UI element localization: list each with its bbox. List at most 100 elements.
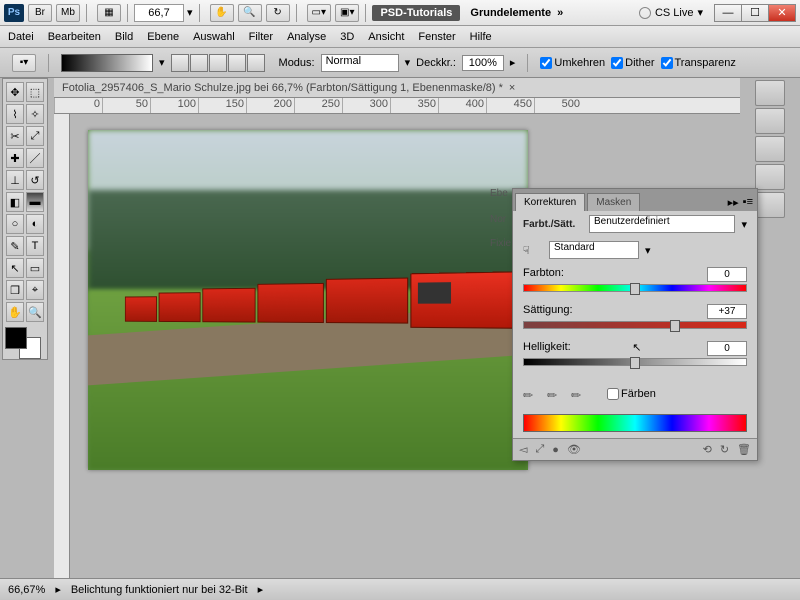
saturation-label: Sättigung: <box>523 304 573 319</box>
document-tab[interactable]: Fotolia_2957406_S_Mario Schulze.jpg bei … <box>54 78 740 98</box>
canvas[interactable] <box>88 130 528 470</box>
path-tool[interactable]: ↖ <box>6 258 24 278</box>
eyedropper-subtract-icon[interactable]: ✎ <box>568 383 591 406</box>
visibility-icon[interactable]: 👁 <box>567 443 581 456</box>
opacity-input[interactable] <box>462 55 504 71</box>
eyedropper-add-icon[interactable]: ✎ <box>544 383 567 406</box>
gradient-diamond-button[interactable] <box>247 54 265 72</box>
dock-actions-icon[interactable] <box>755 164 785 190</box>
move-tool[interactable]: ✥ <box>6 82 24 102</box>
hue-slider[interactable] <box>523 284 747 292</box>
range-select[interactable]: Standard <box>549 241 639 259</box>
menu-ebene[interactable]: Ebene <box>147 31 179 43</box>
lightness-input[interactable] <box>707 341 747 356</box>
gradient-reflected-button[interactable] <box>228 54 246 72</box>
menu-ansicht[interactable]: Ansicht <box>368 31 404 43</box>
bridge-button[interactable]: Br <box>28 4 52 22</box>
menu-analyse[interactable]: Analyse <box>287 31 326 43</box>
photoshop-logo: Ps <box>4 4 24 22</box>
3d-camera-tool[interactable]: ⌖ <box>26 280 44 300</box>
maximize-button[interactable]: ☐ <box>741 4 769 22</box>
eyedropper-tool[interactable]: ⤢ <box>26 126 44 146</box>
marquee-tool[interactable]: ⬚ <box>26 82 44 102</box>
eraser-tool[interactable]: ◧ <box>6 192 24 212</box>
menu-bearbeiten[interactable]: Bearbeiten <box>48 31 101 43</box>
gradient-angle-button[interactable] <box>209 54 227 72</box>
dock-history-icon[interactable] <box>755 136 785 162</box>
crop-tool[interactable]: ✂ <box>6 126 24 146</box>
clip-icon[interactable]: ● <box>552 444 559 456</box>
type-tool[interactable]: T <box>26 236 44 256</box>
stamp-tool[interactable]: ⊥ <box>6 170 24 190</box>
hand-button[interactable]: ✋ <box>210 4 234 22</box>
zoom-tool[interactable]: 🔍 <box>26 302 44 322</box>
gradient-linear-button[interactable] <box>171 54 189 72</box>
reverse-checkbox[interactable]: Umkehren <box>540 57 605 69</box>
colorize-checkbox[interactable]: Färben <box>607 388 656 400</box>
arrange-button[interactable]: ▭▾ <box>307 4 331 22</box>
expand-icon[interactable]: ⤢ <box>535 443 544 456</box>
healing-tool[interactable]: ✚ <box>6 148 24 168</box>
gradient-tool[interactable]: ▬ <box>26 192 44 212</box>
zoom-button[interactable]: 🔍 <box>238 4 262 22</box>
close-tab-icon[interactable]: × <box>509 82 515 94</box>
cursor-icon: ↖ <box>632 341 641 356</box>
3d-tool[interactable]: ❒ <box>6 280 24 300</box>
history-brush-tool[interactable]: ↺ <box>26 170 44 190</box>
zoom-input[interactable] <box>134 4 184 22</box>
gradient-preview[interactable] <box>61 54 153 72</box>
status-zoom[interactable]: 66,67% <box>8 584 45 596</box>
dither-checkbox[interactable]: Dither <box>611 57 654 69</box>
preset-select[interactable]: Benutzerdefiniert <box>589 215 735 233</box>
return-icon[interactable]: ◅ <box>519 443 527 456</box>
reset-icon[interactable]: ↻ <box>720 443 729 456</box>
rotate-button[interactable]: ↻ <box>266 4 290 22</box>
gradient-radial-button[interactable] <box>190 54 208 72</box>
lasso-tool[interactable]: ⌇ <box>6 104 24 124</box>
tool-preset-button[interactable]: ▪▾ <box>12 54 36 72</box>
menu-fenster[interactable]: Fenster <box>418 31 455 43</box>
menu-hilfe[interactable]: Hilfe <box>470 31 492 43</box>
lightness-slider[interactable] <box>523 358 747 366</box>
transparency-checkbox[interactable]: Transparenz <box>661 57 736 69</box>
tab-korrekturen[interactable]: Korrekturen <box>515 193 585 211</box>
opacity-label: Deckkr.: <box>416 57 456 69</box>
scrub-icon[interactable]: ☟ <box>523 244 543 257</box>
dock-info-icon[interactable] <box>755 192 785 218</box>
mode-select[interactable]: Normal <box>321 54 399 72</box>
panel-menu-icon[interactable]: ▪≡ <box>743 196 753 209</box>
pen-tool[interactable]: ✎ <box>6 236 24 256</box>
minimize-button[interactable]: — <box>714 4 742 22</box>
workspace-grundelemente[interactable]: Grundelemente <box>470 7 551 19</box>
dock-layers-icon[interactable] <box>755 80 785 106</box>
menu-datei[interactable]: Datei <box>8 31 34 43</box>
eyedropper-icon[interactable]: ✎ <box>520 383 543 406</box>
hand-tool[interactable]: ✋ <box>6 302 24 322</box>
dodge-tool[interactable]: ◐ <box>26 214 44 234</box>
mini-bridge-button[interactable]: Mb <box>56 4 80 22</box>
dock-adjustments-icon[interactable] <box>755 108 785 134</box>
menu-filter[interactable]: Filter <box>249 31 273 43</box>
blur-tool[interactable]: ○ <box>6 214 24 234</box>
previous-icon[interactable]: ⟲ <box>703 443 712 456</box>
cslive-label[interactable]: CS Live <box>655 7 694 19</box>
hidden-panel-tab: Ebe <box>490 188 512 199</box>
close-button[interactable]: ✕ <box>768 4 796 22</box>
menu-bild[interactable]: Bild <box>115 31 133 43</box>
spectrum-bar <box>523 414 747 432</box>
hue-input[interactable] <box>707 267 747 282</box>
saturation-slider[interactable] <box>523 321 747 329</box>
tab-masken[interactable]: Masken <box>587 193 640 211</box>
wand-tool[interactable]: ✧ <box>26 104 44 124</box>
view-extras-button[interactable]: ▦ <box>97 4 121 22</box>
workspace-psd-tutorials[interactable]: PSD-Tutorials <box>372 5 460 21</box>
saturation-input[interactable] <box>707 304 747 319</box>
menu-auswahl[interactable]: Auswahl <box>193 31 235 43</box>
panel-collapse-icon[interactable]: ▸▸ <box>728 196 739 209</box>
shape-tool[interactable]: ▭ <box>26 258 44 278</box>
menu-3d[interactable]: 3D <box>340 31 354 43</box>
screen-mode-button[interactable]: ▣▾ <box>335 4 359 22</box>
color-swatches[interactable] <box>5 327 45 357</box>
brush-tool[interactable]: ／ <box>26 148 44 168</box>
delete-icon[interactable]: 🗑 <box>737 443 751 456</box>
